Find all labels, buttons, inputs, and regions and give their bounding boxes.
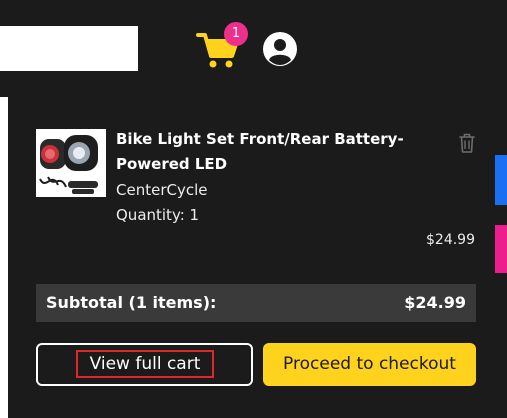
side-accent-pink (495, 225, 507, 273)
product-brand: CenterCycle (116, 181, 208, 199)
product-price: $24.99 (426, 232, 475, 248)
product-thumbnail[interactable] (36, 129, 106, 197)
view-full-cart-button[interactable]: View full cart (36, 343, 253, 386)
trash-icon[interactable] (457, 132, 477, 154)
product-quantity: Quantity: 1 (116, 206, 200, 224)
product-title-link[interactable]: Bike Light Set Front/Rear Battery-Powere… (116, 127, 436, 177)
side-accent-blue (495, 155, 507, 205)
subtotal-label: Subtotal (1 items): (46, 293, 217, 312)
view-full-cart-label: View full cart (76, 350, 214, 378)
proceed-to-checkout-button[interactable]: Proceed to checkout (263, 343, 476, 386)
user-account-icon[interactable] (262, 31, 298, 67)
subtotal-value: $24.99 (404, 293, 466, 312)
cart-count-badge: 1 (224, 22, 248, 46)
search-input[interactable] (0, 26, 138, 71)
subtotal-bar: Subtotal (1 items): $24.99 (36, 284, 476, 322)
site-header: 1 (0, 0, 507, 97)
page-background-strip (0, 97, 8, 418)
